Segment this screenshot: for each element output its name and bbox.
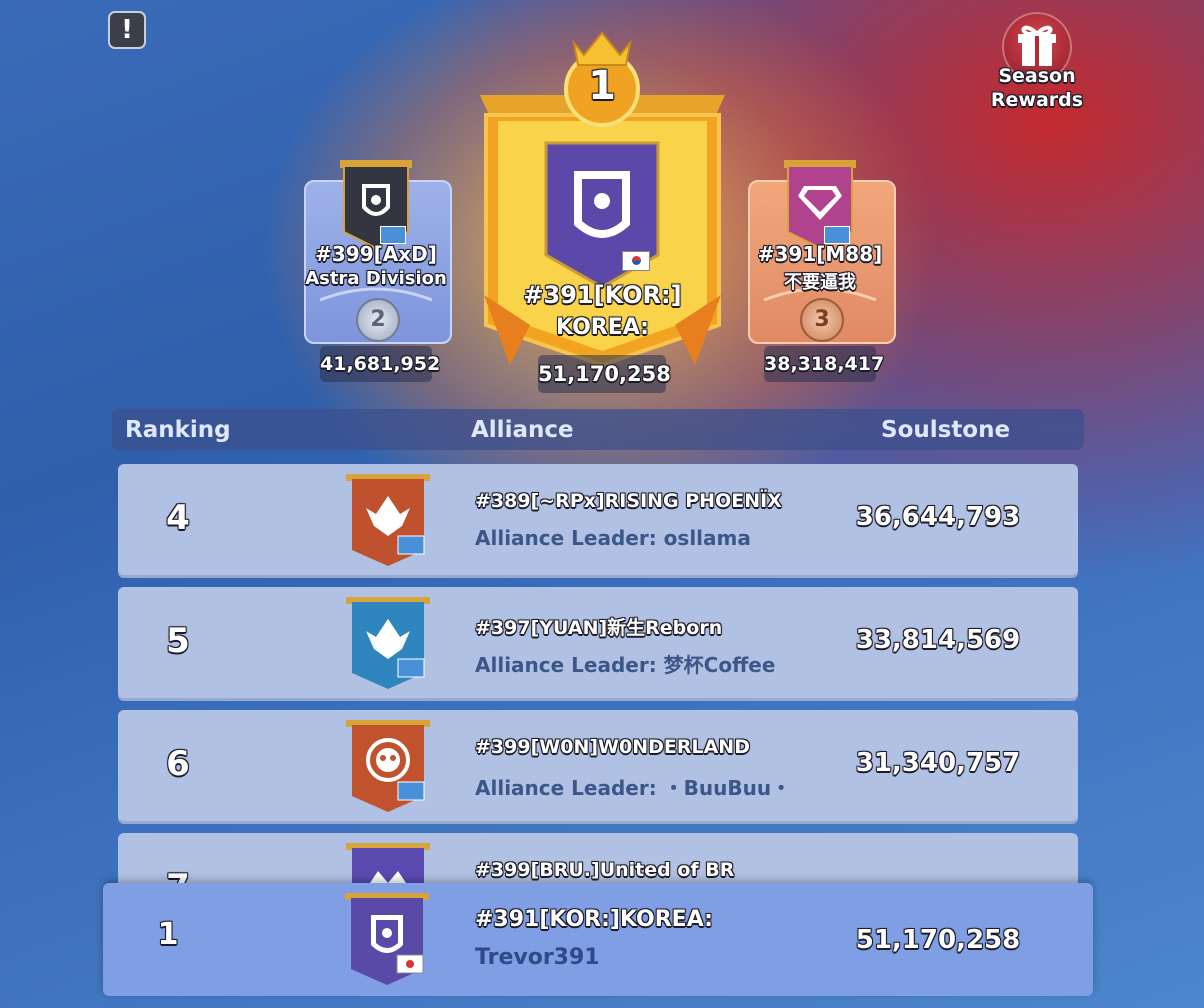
table-row[interactable]: 5 #397[YUAN]新生Reborn Alliance Leader: 梦杯… [118, 587, 1078, 701]
phoenix-icon [346, 597, 430, 689]
row-rank: 5 [166, 621, 190, 661]
second-score: 41,681,952 [320, 346, 440, 382]
row-alliance-title: #389[~RPx]RISING PHOENÏX [475, 490, 782, 512]
podium-third[interactable]: #391[M88] 不要逼我 3 38,318,417 [744, 160, 896, 388]
table-row[interactable]: 6 #399[W0N]W0NDERLAND Alliance Leader: ・… [118, 710, 1078, 824]
header-soulstone: Soulstone [881, 417, 1011, 443]
row-alliance-title: #399[W0N]W0NDERLAND [475, 736, 750, 758]
first-score: 51,170,258 [538, 355, 671, 393]
third-score: 38,318,417 [764, 346, 884, 382]
row-alliance-leader: Alliance Leader: osllama [475, 526, 751, 550]
podium-first[interactable]: 1 #391[KOR:] KOREA: 51,170,258 [470, 25, 735, 397]
row-rank: 6 [166, 744, 190, 784]
alert-icon: ! [121, 15, 133, 45]
my-soulstone: 51,170,258 [855, 925, 1021, 955]
ranking-table-header: Ranking Alliance Soulstone [112, 409, 1084, 450]
season-label: Season [998, 65, 1076, 87]
my-rank: 1 [157, 917, 179, 952]
first-alliance-name: #391[KOR:] [523, 281, 682, 309]
rewards-label: Rewards [990, 89, 1084, 111]
rank-badge-bronze: 3 [800, 298, 844, 342]
podium-second[interactable]: #399[AxD] Astra Division 2 41,681,952 [300, 160, 452, 388]
table-row[interactable]: 4 #389[~RPx]RISING PHOENÏX Alliance Lead… [118, 464, 1078, 578]
alert-button[interactable]: ! [108, 11, 146, 49]
row-soulstone: 36,644,793 [855, 502, 1021, 532]
first-rank-number: 1 [588, 63, 616, 109]
third-rank-number: 3 [814, 307, 830, 332]
row-alliance-title: #399[BRU.]United of BR [475, 859, 735, 881]
row-alliance-title: #397[YUAN]新生Reborn [475, 617, 723, 639]
header-ranking: Ranking [125, 417, 231, 443]
row-soulstone: 31,340,757 [855, 748, 1021, 778]
row-alliance-leader: Alliance Leader: 梦杯Coffee [475, 653, 776, 677]
third-alliance-name: #391[M88] [757, 242, 883, 266]
row-rank: 4 [166, 498, 190, 538]
season-rewards-button[interactable]: Season Rewards [990, 12, 1084, 116]
second-rank-number: 2 [370, 307, 386, 332]
shield-icon [345, 893, 429, 985]
row-soulstone: 33,814,569 [855, 625, 1021, 655]
skull-icon [346, 720, 430, 812]
my-alliance-row[interactable]: 1 #391[KOR:]KOREA: Trevor391 51,170,258 [103, 883, 1093, 996]
second-alliance-subname: Astra Division [305, 268, 447, 289]
second-alliance-name: #399[AxD] [315, 242, 437, 266]
phoenix-icon [346, 474, 430, 566]
row-alliance-leader: Alliance Leader: ・BuuBuu・ [475, 776, 792, 800]
first-alliance-subname: KOREA: [556, 315, 649, 340]
my-alliance-leader: Trevor391 [475, 945, 600, 970]
my-alliance-title: #391[KOR:]KOREA: [475, 907, 713, 932]
header-alliance: Alliance [471, 417, 574, 443]
south-korea-flag-icon [622, 251, 650, 271]
third-alliance-subname: 不要逼我 [784, 272, 856, 293]
rank-badge-silver: 2 [356, 298, 400, 342]
